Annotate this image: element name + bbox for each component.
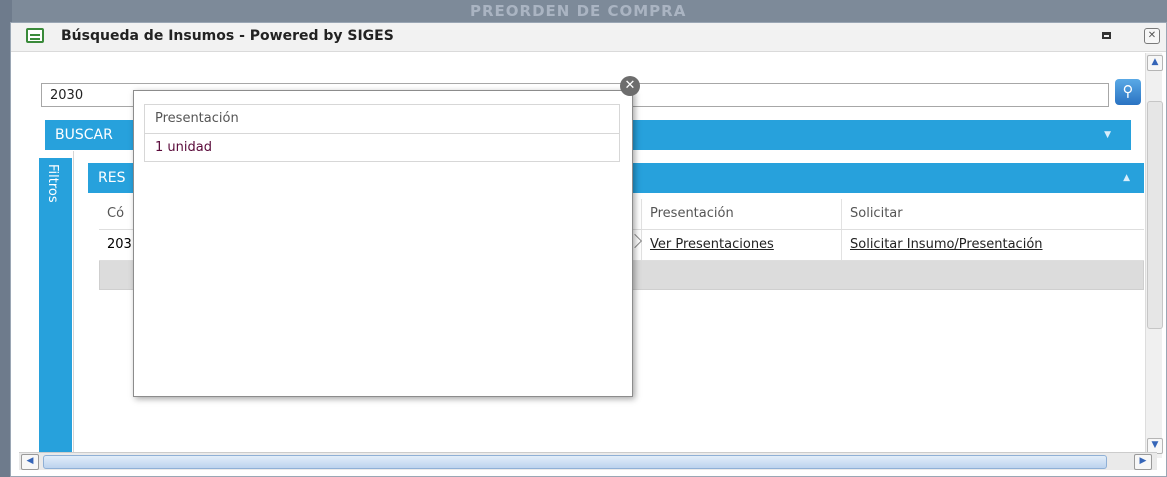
results-panel-label: RES	[98, 170, 126, 186]
column-header-presentation: Presentación	[641, 199, 841, 229]
maximize-icon[interactable]	[1102, 32, 1111, 39]
close-circle-icon[interactable]: ✕	[620, 76, 640, 96]
close-icon[interactable]: ✕	[1144, 28, 1160, 44]
filters-tab-label: Filtros	[45, 164, 60, 203]
column-header-request: Solicitar	[841, 199, 1141, 229]
window-form-icon	[26, 28, 44, 43]
hscroll-thumb[interactable]	[43, 455, 1107, 469]
background-page-title: PREORDEN DE COMPRA	[470, 2, 687, 20]
horizontal-scrollbar[interactable]: ◀ ▶	[19, 452, 1157, 470]
dialog-title: Búsqueda de Insumos - Powered by SIGES	[61, 28, 394, 44]
request-supply-link[interactable]: Solicitar Insumo/Presentación	[850, 237, 1043, 252]
dialog-titlebar: Búsqueda de Insumos - Powered by SIGES ✕	[11, 23, 1166, 52]
scroll-up-icon[interactable]: ▲	[1147, 55, 1163, 71]
popup-column-header: Presentación	[144, 104, 620, 134]
presentations-popup: Presentación 1 unidad	[133, 90, 633, 397]
scroll-left-icon[interactable]: ◀	[21, 454, 39, 470]
search-icon[interactable]: ⚲	[1115, 79, 1141, 105]
view-presentations-link[interactable]: Ver Presentaciones	[650, 237, 774, 252]
vertical-scrollbar[interactable]: ▲ ▼	[1145, 53, 1163, 458]
filters-tab[interactable]: Filtros	[39, 158, 72, 458]
buscar-panel-label: BUSCAR	[55, 127, 113, 143]
chevron-down-icon: ▼	[1104, 130, 1111, 140]
popup-list-item[interactable]: 1 unidad	[144, 134, 620, 162]
scroll-right-icon[interactable]: ▶	[1134, 454, 1152, 470]
scroll-thumb[interactable]	[1147, 101, 1163, 329]
chevron-up-icon: ▲	[1123, 173, 1130, 183]
